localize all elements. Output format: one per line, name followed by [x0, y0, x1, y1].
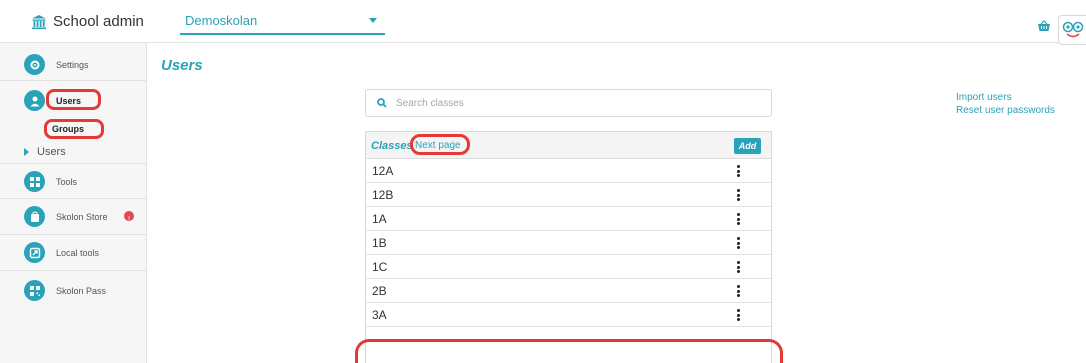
sidebar-item-label: Skolon Store — [56, 212, 108, 222]
search-icon — [377, 98, 387, 108]
skolon-logo[interactable] — [1058, 15, 1086, 45]
classes-title: Classes — [371, 140, 413, 152]
class-name: 12B — [372, 187, 394, 202]
search-box[interactable] — [365, 89, 772, 117]
sidebar-item-settings[interactable]: Settings — [0, 54, 146, 75]
more-options-icon[interactable] — [736, 309, 740, 321]
highlight-row-3a — [355, 339, 783, 363]
school-select-value: Demoskolan — [185, 13, 258, 28]
class-name: 1B — [372, 235, 387, 250]
class-name: 12A — [372, 163, 394, 178]
sidebar-item-label: Skolon Pass — [56, 286, 107, 296]
table-row[interactable]: 1C — [366, 255, 771, 279]
more-options-icon[interactable] — [736, 261, 740, 273]
sidebar-item-label: Settings — [56, 60, 89, 70]
divider — [0, 270, 146, 271]
class-name: 1C — [372, 259, 388, 274]
sidebar-subitem-users[interactable]: Users — [24, 146, 66, 158]
divider — [0, 80, 146, 81]
divider — [0, 234, 146, 235]
class-name: 2B — [372, 283, 387, 298]
class-name: 3A — [372, 307, 387, 322]
more-options-icon[interactable] — [736, 189, 740, 201]
more-options-icon[interactable] — [736, 237, 740, 249]
top-bar: School admin Demoskolan — [0, 0, 1086, 45]
table-row[interactable]: 1B — [366, 231, 771, 255]
page-title: Users — [161, 57, 203, 74]
search-input[interactable] — [396, 97, 756, 109]
table-row[interactable]: 1A — [366, 207, 771, 231]
reset-passwords-link[interactable]: Reset user passwords — [956, 105, 1055, 116]
bag-icon — [24, 206, 45, 227]
sidebar-item-tools[interactable]: Tools — [0, 171, 146, 192]
qr-icon — [24, 280, 45, 301]
school-select[interactable]: Demoskolan — [180, 8, 385, 35]
gear-icon — [24, 54, 45, 75]
table-row[interactable]: 2B — [366, 279, 771, 303]
table-row[interactable]: 3A — [366, 303, 771, 327]
sidebar-item-local-tools[interactable]: Local tools — [0, 242, 146, 263]
app-title: School admin — [53, 13, 144, 30]
class-name: 1A — [372, 211, 387, 226]
user-actions: Import users Reset user passwords — [956, 92, 1055, 116]
caret-right-icon — [24, 148, 29, 156]
user-icon — [24, 90, 45, 111]
brand[interactable]: School admin — [31, 13, 144, 30]
sidebar-item-label: Tools — [56, 177, 78, 187]
sidebar: Settings Users Groups Users Tools Skolon… — [0, 43, 147, 363]
more-options-icon[interactable] — [736, 285, 740, 297]
import-users-link[interactable]: Import users — [956, 92, 1055, 103]
highlight-users — [46, 89, 101, 110]
notification-badge: ! — [124, 211, 134, 224]
highlight-groups — [44, 119, 104, 139]
add-class-button[interactable]: Add — [734, 138, 761, 154]
divider — [0, 163, 146, 164]
sidebar-item-skolon-store[interactable]: Skolon Store ! — [0, 206, 146, 227]
highlight-next-page — [410, 134, 470, 155]
more-options-icon[interactable] — [736, 213, 740, 225]
badge-text: ! — [128, 215, 130, 224]
table-row[interactable]: 12B — [366, 183, 771, 207]
divider — [0, 198, 146, 199]
grid-icon — [24, 171, 45, 192]
sidebar-item-label: Local tools — [56, 248, 100, 258]
sidebar-subitem-label: Users — [37, 146, 66, 158]
more-options-icon[interactable] — [736, 165, 740, 177]
table-row[interactable]: 12A — [366, 159, 771, 183]
sidebar-item-skolon-pass[interactable]: Skolon Pass — [0, 280, 146, 301]
basket-icon[interactable] — [1037, 20, 1051, 32]
classes-card: Classes Next page Add 12A 12B 1A 1B 1C 2… — [365, 131, 772, 363]
institution-icon — [32, 14, 46, 29]
chevron-down-icon — [369, 18, 377, 23]
skolon-face-icon — [1062, 21, 1083, 38]
arrow-out-icon — [24, 242, 45, 263]
